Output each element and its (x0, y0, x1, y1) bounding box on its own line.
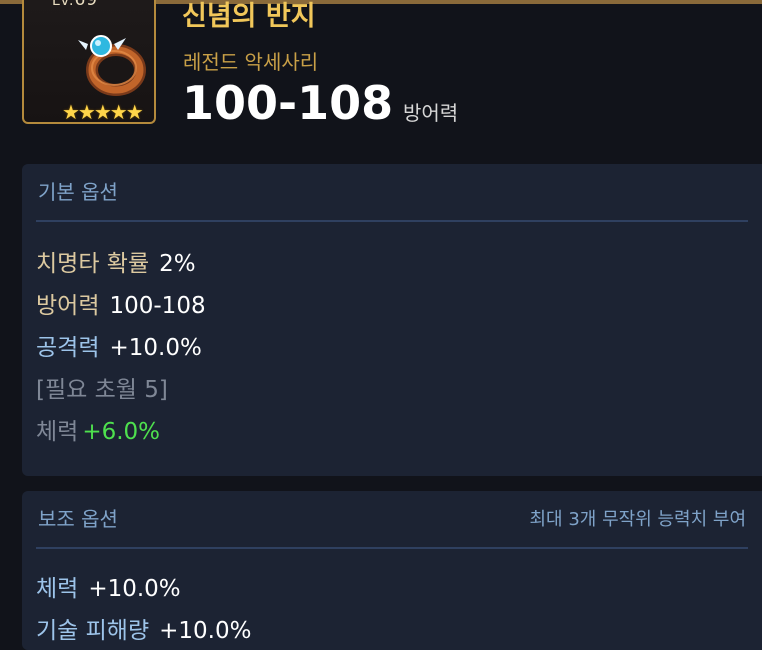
stat-value: 2% (159, 251, 196, 277)
stat-row-hp: 체력 +10.0% (36, 569, 181, 603)
main-stat-label: 방어력 (403, 101, 459, 125)
divider (36, 547, 748, 549)
sub-options-panel: 보조 옵션 최대 3개 무작위 능력치 부여 체력 +10.0% 기술 피해량 +1… (22, 491, 762, 650)
item-name: 신념의 반지 (182, 1, 316, 32)
stat-value: +6.0% (82, 419, 161, 445)
divider (36, 220, 748, 222)
basic-options-panel: 기본 옵션 치명타 확률 2% 방어력 100-108 공격력 +10.0% [필요 … (22, 164, 762, 476)
basic-options-header: 기본 옵션 (38, 180, 118, 204)
stat-row-hp-locked: 체력 +6.0% (36, 412, 160, 446)
stat-label: 체력 (36, 419, 79, 445)
requirement-label: [필요 초월 5] (36, 377, 168, 403)
stat-row-skill-damage: 기술 피해량 +10.0% (36, 611, 251, 645)
stat-row-attack: 공격력 +10.0% (36, 328, 202, 362)
stat-label: 기술 피해량 (36, 618, 150, 644)
transcend-requirement: [필요 초월 5] (36, 370, 168, 404)
ring-icon (78, 35, 146, 96)
stat-row-crit: 치명타 확률 2% (36, 244, 196, 278)
stat-label: 방어력 (36, 293, 100, 319)
star-rating: ★★★★★ (62, 100, 144, 124)
main-stat-value: 100-108 (182, 76, 394, 130)
stat-label: 치명타 확률 (36, 251, 150, 277)
level-value: 69 (74, 0, 99, 10)
item-level: Lv.69 (52, 0, 98, 10)
stat-label: 공격력 (36, 335, 100, 361)
stat-row-defense: 방어력 100-108 (36, 286, 206, 320)
item-grade: 레전드 악세사리 (183, 50, 319, 74)
stat-value: 100-108 (109, 293, 206, 319)
stat-value: +10.0% (159, 618, 252, 644)
sub-options-note: 최대 3개 무작위 능력치 부여 (529, 509, 747, 530)
sub-options-header: 보조 옵션 (38, 507, 118, 531)
stat-value: +10.0% (88, 576, 181, 602)
item-icon-frame[interactable]: Lv.69 ★★★★★ (22, 0, 156, 124)
level-prefix: Lv. (52, 0, 75, 9)
stat-value: +10.0% (109, 335, 202, 361)
stat-label: 체력 (36, 576, 79, 602)
